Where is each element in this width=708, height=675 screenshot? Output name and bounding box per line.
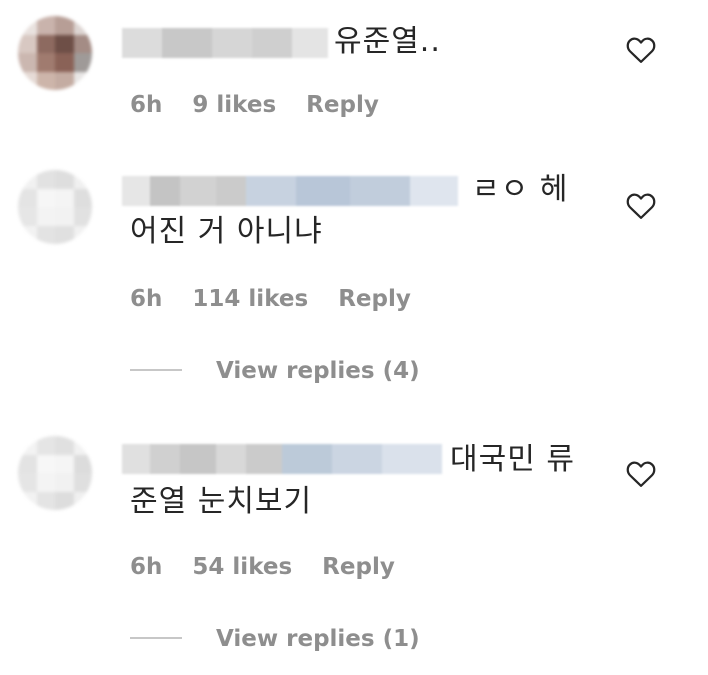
avatar[interactable] [18,170,92,244]
reply-button[interactable]: Reply [338,286,411,312]
likes-count[interactable]: 54 likes [192,554,292,580]
likes-count[interactable]: 9 likes [192,92,276,118]
comment-text: 유준열.. [334,24,441,59]
heart-icon[interactable] [626,192,656,220]
view-replies-label[interactable]: View replies (1) [216,626,420,652]
reply-button[interactable]: Reply [306,92,379,118]
avatar[interactable] [18,436,92,510]
view-replies-button[interactable]: View replies (1) [130,626,420,652]
comment-item: 대국민 류 준열 눈치보기 6h 54 likes Reply View rep… [0,420,708,675]
comment-item: 유준열.. 6h 9 likes Reply [0,0,708,140]
timestamp[interactable]: 6h [130,554,162,580]
heart-icon[interactable] [626,460,656,488]
replies-divider-line [130,368,182,371]
comment-item: ㄹㅇ 헤 어진 거 아니냐 6h 114 likes Reply View re… [0,150,708,410]
comment-text-continued: 준열 눈치보기 [130,484,313,519]
username-redacted[interactable] [122,28,328,58]
timestamp[interactable]: 6h [130,286,162,312]
view-replies-label[interactable]: View replies (4) [216,358,420,384]
likes-count[interactable]: 114 likes [192,286,308,312]
username-redacted[interactable] [122,176,458,206]
timestamp[interactable]: 6h [130,92,162,118]
comment-text-continued: 어진 거 아니냐 [130,214,323,249]
comment-meta: 6h 114 likes Reply [130,286,433,312]
view-replies-button[interactable]: View replies (4) [130,358,420,384]
comment-meta: 6h 54 likes Reply [130,554,417,580]
heart-icon[interactable] [626,36,656,64]
username-redacted[interactable] [122,444,442,474]
comment-text: ㄹㅇ 헤 [472,172,569,207]
comment-text: 대국민 류 [450,442,575,477]
avatar[interactable] [18,16,92,90]
reply-button[interactable]: Reply [322,554,395,580]
comment-meta: 6h 9 likes Reply [130,92,401,118]
replies-divider-line [130,636,182,639]
